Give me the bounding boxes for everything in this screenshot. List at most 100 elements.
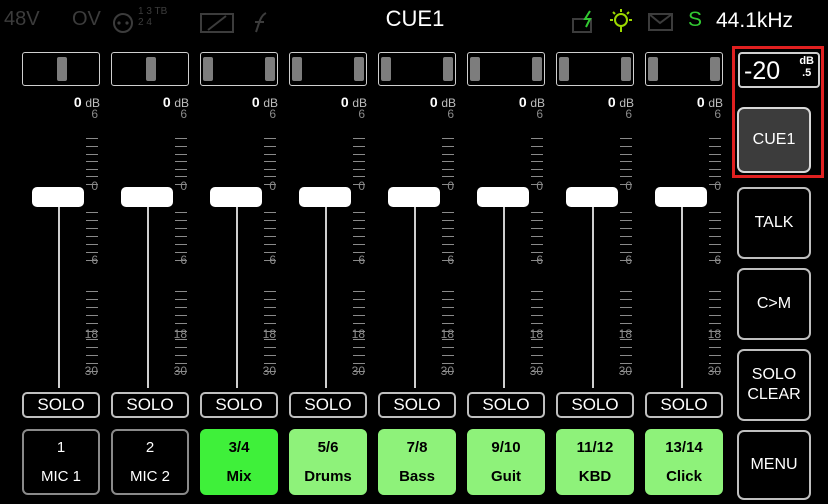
scale-tick xyxy=(86,161,98,162)
level-value: -20 xyxy=(744,57,781,85)
channel-number: 3/4 xyxy=(228,439,250,456)
channel-number: 9/10 xyxy=(491,439,521,456)
scale-label: 30 xyxy=(618,364,632,378)
scale-label: 6 xyxy=(447,253,454,267)
scale-label: 18 xyxy=(529,327,543,341)
scale-tick xyxy=(709,154,721,155)
scale-tick xyxy=(86,307,98,308)
scale-label: 6 xyxy=(91,107,98,121)
scale-label: 18 xyxy=(173,327,187,341)
pan-indicator xyxy=(648,57,658,81)
solo-button[interactable]: SOLO xyxy=(111,392,189,418)
fader-knob[interactable] xyxy=(210,187,262,207)
solo-button[interactable]: SOLO xyxy=(378,392,456,418)
fader-level-value: 0 xyxy=(340,94,349,110)
pan-meter[interactable] xyxy=(200,52,278,86)
scale-tick xyxy=(86,347,98,348)
effects-icon xyxy=(255,12,267,33)
fader-knob[interactable] xyxy=(388,187,440,207)
channel-select-button[interactable]: 1 MIC 1 xyxy=(22,429,100,495)
solo-button[interactable]: SOLO xyxy=(200,392,278,418)
solo-button[interactable]: SOLO xyxy=(22,392,100,418)
scale-label: 18 xyxy=(262,327,276,341)
scale-tick xyxy=(86,323,98,324)
scale-tick xyxy=(86,169,98,170)
scale-tick xyxy=(442,220,454,221)
pan-indicator xyxy=(146,57,156,81)
scale-tick xyxy=(442,355,454,356)
fader-knob[interactable] xyxy=(655,187,707,207)
scale-tick xyxy=(620,169,632,170)
scale-tick xyxy=(86,299,98,300)
pan-meter[interactable] xyxy=(111,52,189,86)
scale-tick xyxy=(353,355,365,356)
channel-number: 13/14 xyxy=(665,439,703,456)
scale-tick xyxy=(442,146,454,147)
scale-tick xyxy=(620,138,632,139)
level-display[interactable]: -20 dB .5 xyxy=(738,52,820,88)
scale-tick xyxy=(264,228,276,229)
scale-tick xyxy=(175,161,187,162)
scale-tick xyxy=(86,138,98,139)
channel-select-button[interactable]: 13/14 Click xyxy=(645,429,723,495)
scale-tick xyxy=(531,212,543,213)
scale-tick xyxy=(264,299,276,300)
scale-tick xyxy=(175,299,187,300)
scale-tick xyxy=(353,146,365,147)
pan-meter[interactable] xyxy=(22,52,100,86)
pan-meter[interactable] xyxy=(467,52,545,86)
scale-label: 0 xyxy=(358,179,365,193)
scale-tick xyxy=(709,146,721,147)
solo-button[interactable]: SOLO xyxy=(556,392,634,418)
scale-tick xyxy=(709,299,721,300)
scale-tick xyxy=(620,236,632,237)
fader-track xyxy=(325,200,327,388)
solo-button[interactable]: SOLO xyxy=(467,392,545,418)
channel-strip: 0 dB 6 0 6 18 30 SOLO 3/4 Mix xyxy=(198,90,286,500)
scale-label: 6 xyxy=(536,253,543,267)
scale-tick xyxy=(531,176,543,177)
pan-meter[interactable] xyxy=(289,52,367,86)
scale-tick xyxy=(264,244,276,245)
solo-button[interactable]: SOLO xyxy=(645,392,723,418)
scale-tick xyxy=(531,154,543,155)
scale-tick xyxy=(442,169,454,170)
talk-button[interactable]: TALK xyxy=(737,187,811,259)
scale-tick xyxy=(620,299,632,300)
channel-select-button[interactable]: 7/8 Bass xyxy=(378,429,456,495)
control-to-main-button[interactable]: C>M xyxy=(737,268,811,340)
fader-knob[interactable] xyxy=(121,187,173,207)
channel-select-button[interactable]: 11/12 KBD xyxy=(556,429,634,495)
fader-knob[interactable] xyxy=(566,187,618,207)
scale-tick xyxy=(620,291,632,292)
scale-tick xyxy=(531,138,543,139)
channel-select-button[interactable]: 5/6 Drums xyxy=(289,429,367,495)
fader-level-value: 0 xyxy=(429,94,438,110)
channel-select-button[interactable]: 2 MIC 2 xyxy=(111,429,189,495)
channel-strip: 0 dB 6 0 6 18 30 SOLO 11/12 KBD xyxy=(554,90,642,500)
scale-tick xyxy=(353,154,365,155)
fader-level-value: 0 xyxy=(518,94,527,110)
solo-clear-button[interactable]: SOLO CLEAR xyxy=(737,349,811,421)
fader-knob[interactable] xyxy=(477,187,529,207)
pan-meter[interactable] xyxy=(645,52,723,86)
scale-label: 30 xyxy=(173,364,187,378)
scale-tick xyxy=(353,315,365,316)
scale-label: 6 xyxy=(447,107,454,121)
scale-tick xyxy=(709,315,721,316)
channel-strip: 0 dB 6 0 6 18 30 SOLO 5/6 Drums xyxy=(287,90,375,500)
solo-button[interactable]: SOLO xyxy=(289,392,367,418)
scale-tick xyxy=(709,138,721,139)
scale-tick xyxy=(264,347,276,348)
fader-knob[interactable] xyxy=(299,187,351,207)
pan-indicator xyxy=(559,57,569,81)
channel-select-button[interactable]: 9/10 Guit xyxy=(467,429,545,495)
channel-select-button[interactable]: 3/4 Mix xyxy=(200,429,278,495)
scale-tick xyxy=(175,169,187,170)
cue1-button[interactable]: CUE1 xyxy=(737,107,811,173)
fader-knob[interactable] xyxy=(32,187,84,207)
pan-meter[interactable] xyxy=(378,52,456,86)
channel-number: 1 xyxy=(56,439,66,456)
menu-button[interactable]: MENU xyxy=(737,430,811,500)
pan-meter[interactable] xyxy=(556,52,634,86)
